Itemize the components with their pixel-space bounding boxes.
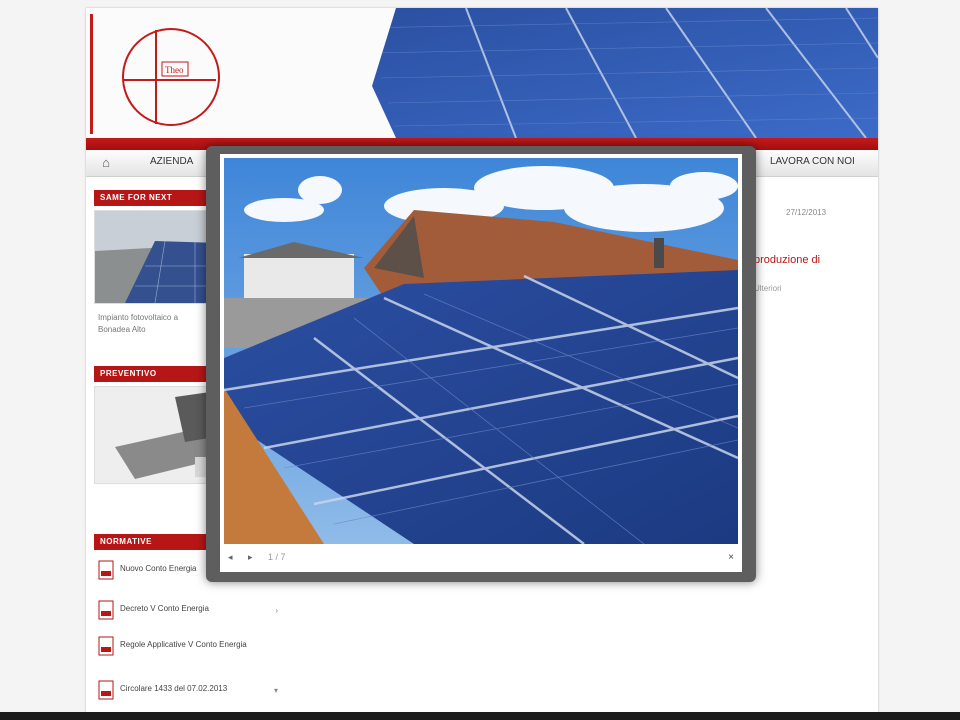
pdf-link-3[interactable]: Regole Applicative V Conto Energia	[98, 636, 284, 664]
lightbox-counter: 1 / 7	[268, 552, 286, 562]
pdf-link-label: Regole Applicative V Conto Energia	[120, 640, 247, 649]
news-heading[interactable]: produzione di	[754, 254, 820, 266]
sidebar-box-title-3: NORMATIVE	[94, 534, 218, 550]
lightbox-next-button[interactable]: ▸	[248, 552, 253, 563]
header-left-stripe	[90, 14, 93, 134]
home-icon[interactable]: ⌂	[94, 154, 118, 172]
window-bottom-bar	[0, 712, 960, 720]
pdf-link-4[interactable]: Circolare 1433 del 07.02.2013 ▾	[98, 680, 284, 708]
sidebar-box-title-2: PREVENTIVO	[94, 366, 218, 382]
chevron-right-icon: ›	[275, 606, 278, 615]
nav-item-lavora-con-noi[interactable]: LAVORA CON NOI	[770, 156, 855, 167]
pdf-link-2[interactable]: Decreto V Conto Energia ›	[98, 600, 284, 628]
news-date: 27/12/2013	[786, 208, 827, 217]
nav-item-azienda[interactable]: AZIENDA	[150, 156, 193, 167]
pdf-icon	[98, 600, 114, 620]
pdf-icon	[98, 680, 114, 700]
lightbox-content: ◂ ▸ 1 / 7 ×	[220, 154, 742, 572]
close-icon[interactable]: ×	[728, 552, 734, 563]
lightbox-photo-solar-roof[interactable]	[224, 158, 738, 544]
site-header: Theo	[86, 8, 878, 138]
chevron-down-icon: ▾	[273, 686, 278, 695]
company-logo[interactable]: Theo	[116, 22, 226, 132]
sidebar-box-title-1: SAME FOR NEXT	[94, 190, 218, 206]
pdf-icon	[98, 636, 114, 656]
logo-text: Theo	[165, 65, 184, 75]
lightbox-prev-button[interactable]: ◂	[228, 552, 233, 563]
pdf-icon	[98, 560, 114, 580]
solar-banner-image	[336, 8, 878, 138]
pdf-link-label: Circolare 1433 del 07.02.2013	[120, 684, 228, 693]
news-subtext: Ulteriori	[754, 284, 782, 293]
lightbox-frame: ◂ ▸ 1 / 7 ×	[206, 146, 756, 582]
lightbox-controls: ◂ ▸ 1 / 7 ×	[220, 546, 742, 572]
pdf-link-label: Decreto V Conto Energia	[120, 604, 209, 613]
